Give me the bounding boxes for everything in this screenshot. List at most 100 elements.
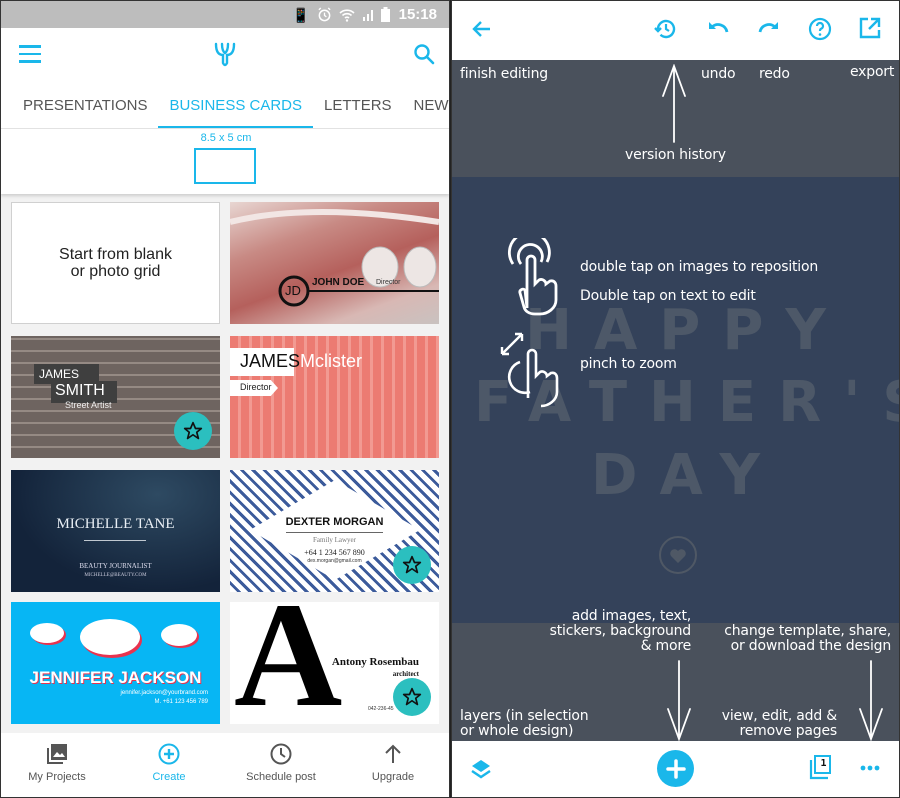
wifi-icon bbox=[339, 8, 355, 22]
card-name: JOHN DOE bbox=[312, 277, 365, 288]
annotation-layers: layers (in selection or whole design) bbox=[460, 708, 589, 739]
alarm-icon bbox=[318, 7, 331, 22]
design-canvas[interactable]: HAPPY FATHER'S DAY finish editing undo r… bbox=[452, 60, 899, 743]
premium-badge[interactable] bbox=[174, 412, 212, 450]
search-icon[interactable] bbox=[413, 43, 435, 65]
help-icon[interactable] bbox=[808, 17, 832, 41]
card-last-name: Mclister bbox=[300, 351, 362, 371]
template-card-antony-rosembau[interactable]: A Antony Rosembau architect 042-236-45 bbox=[230, 602, 439, 724]
card-name: MICHELLE TANE bbox=[56, 516, 175, 532]
tutorial-overlay-top: finish editing undo redo export version … bbox=[452, 60, 899, 177]
tab-newsletters[interactable]: NEWSLETTERS bbox=[403, 83, 449, 128]
card-name: JENNIFER JACKSON bbox=[29, 668, 202, 687]
size-option[interactable] bbox=[194, 148, 256, 184]
card-phone: M. +61 123 456 789 bbox=[154, 699, 208, 705]
template-card-james-smith[interactable]: JAMES SMITH Street Artist bbox=[11, 336, 220, 458]
arrow-left-icon[interactable] bbox=[472, 19, 492, 39]
star-icon bbox=[402, 687, 422, 706]
annotation-add-content: add images, text, stickers, background &… bbox=[549, 608, 692, 654]
arrow-up-pointer bbox=[662, 64, 686, 143]
pinch-zoom-gesture-icon bbox=[500, 332, 559, 408]
design-text-line3[interactable]: DAY bbox=[452, 443, 899, 508]
hamburger-menu-icon[interactable] bbox=[19, 45, 41, 63]
nav-create[interactable]: Create bbox=[113, 733, 225, 797]
nav-schedule-post[interactable]: Schedule post bbox=[225, 733, 337, 797]
add-icon bbox=[665, 758, 686, 779]
card-title: Family Lawyer bbox=[313, 536, 356, 544]
editor-tutorial-screen: HAPPY FATHER'S DAY finish editing undo r… bbox=[451, 0, 900, 798]
annotation-change-template: change template, share, or download the … bbox=[724, 623, 891, 654]
vibrate-icon: 📳 bbox=[292, 6, 310, 23]
annotation-redo: redo bbox=[759, 66, 790, 82]
template-browser-screen: 📳 15:18 PRESENTATIONS BUSINESS CARDS LET… bbox=[0, 0, 450, 798]
editor-toolbar bbox=[452, 1, 899, 60]
tab-presentations[interactable]: PRESENTATIONS bbox=[1, 83, 158, 128]
export-icon[interactable] bbox=[859, 17, 881, 39]
annotation-undo: undo bbox=[701, 66, 736, 82]
star-icon bbox=[402, 555, 422, 574]
size-selector: 8.5 x 5 cm bbox=[1, 129, 449, 194]
card-first-name: JAMES bbox=[240, 351, 301, 371]
card-title: architect bbox=[392, 670, 419, 678]
add-element-button[interactable] bbox=[657, 750, 694, 787]
pages-button[interactable]: 1 bbox=[808, 755, 832, 781]
arrow-down-pointer bbox=[859, 660, 883, 741]
clock-icon bbox=[270, 743, 292, 765]
monogram: A bbox=[234, 602, 343, 724]
card-title: Director bbox=[376, 279, 401, 286]
monogram: JD bbox=[285, 283, 301, 298]
start-from-blank-card[interactable]: Start from blank or photo grid bbox=[11, 202, 220, 324]
tab-letters[interactable]: LETTERS bbox=[313, 83, 403, 128]
card-title: BEAUTY JOURNALIST bbox=[79, 562, 152, 570]
star-icon bbox=[183, 421, 203, 440]
history-icon[interactable] bbox=[654, 17, 678, 41]
double-tap-gesture-icon bbox=[508, 238, 558, 316]
tab-business-cards[interactable]: BUSINESS CARDS bbox=[158, 83, 313, 128]
template-card-jennifer-jackson[interactable]: JENNIFER JACKSON jennifer.jackson@yourbr… bbox=[11, 602, 220, 724]
annotation-pages: view, edit, add & remove pages bbox=[721, 708, 837, 739]
premium-badge[interactable] bbox=[393, 678, 431, 716]
status-time: 15:18 bbox=[398, 6, 437, 23]
card-email: jennifer.jackson@yourbrand.com bbox=[120, 690, 208, 696]
card-title: Street Artist bbox=[65, 400, 112, 410]
annotation-pinch-zoom: pinch to zoom bbox=[580, 356, 677, 372]
arrow-down-pointer bbox=[667, 660, 691, 741]
layers-icon[interactable] bbox=[470, 758, 492, 780]
card-first-name: JAMES bbox=[39, 367, 80, 381]
more-horizontal-icon[interactable] bbox=[860, 765, 880, 771]
card-name: Antony Rosembau bbox=[331, 656, 419, 668]
template-card-john-doe[interactable]: JD JOHN DOE Director bbox=[230, 202, 439, 324]
nav-my-projects[interactable]: My Projects bbox=[1, 733, 113, 797]
card-email: MICHELLE@BEAUTY.COM bbox=[84, 573, 147, 578]
annotation-double-tap-text: Double tap on text to edit bbox=[580, 288, 756, 304]
size-label: 8.5 x 5 cm bbox=[200, 132, 252, 144]
start-blank-label: Start from blank or photo grid bbox=[59, 246, 172, 280]
battery-icon bbox=[380, 7, 390, 22]
tutorial-overlay-bottom: add images, text, stickers, background &… bbox=[452, 609, 899, 743]
clouds-graphic bbox=[30, 619, 199, 658]
annotation-double-tap-images: double tap on images to reposition bbox=[580, 259, 819, 275]
premium-badge[interactable] bbox=[393, 546, 431, 584]
template-card-dexter-morgan[interactable]: DEXTER MORGAN Family Lawyer +64 1 234 56… bbox=[230, 470, 439, 592]
template-card-michelle-tane[interactable]: MICHELLE TANE BEAUTY JOURNALIST MICHELLE… bbox=[11, 470, 220, 592]
category-tabs: PRESENTATIONS BUSINESS CARDS LETTERS NEW… bbox=[1, 83, 449, 129]
app-bar bbox=[1, 28, 449, 83]
card-title: Director bbox=[240, 382, 272, 392]
nav-upgrade[interactable]: Upgrade bbox=[337, 733, 449, 797]
card-phone: 042-236-45 bbox=[368, 706, 394, 712]
car-photo bbox=[230, 209, 439, 307]
annotation-version-history: version history bbox=[625, 147, 726, 163]
undo-icon[interactable] bbox=[706, 17, 730, 41]
bottom-navigation: My Projects Create Schedule post Upgrade bbox=[1, 733, 449, 797]
card-last-name: SMITH bbox=[55, 382, 105, 399]
card-name: DEXTER MORGAN bbox=[285, 516, 384, 528]
editor-bottom-bar: 1 bbox=[452, 741, 899, 797]
add-circle-icon bbox=[158, 743, 180, 765]
annotation-export: export bbox=[850, 64, 895, 80]
status-bar: 📳 15:18 bbox=[1, 1, 449, 28]
redo-icon[interactable] bbox=[757, 17, 781, 41]
page-count: 1 bbox=[820, 758, 827, 769]
app-logo-icon bbox=[214, 42, 236, 67]
annotation-finish-editing: finish editing bbox=[460, 66, 548, 82]
template-card-james-mclister[interactable]: JAMES Mclister Director bbox=[230, 336, 439, 458]
